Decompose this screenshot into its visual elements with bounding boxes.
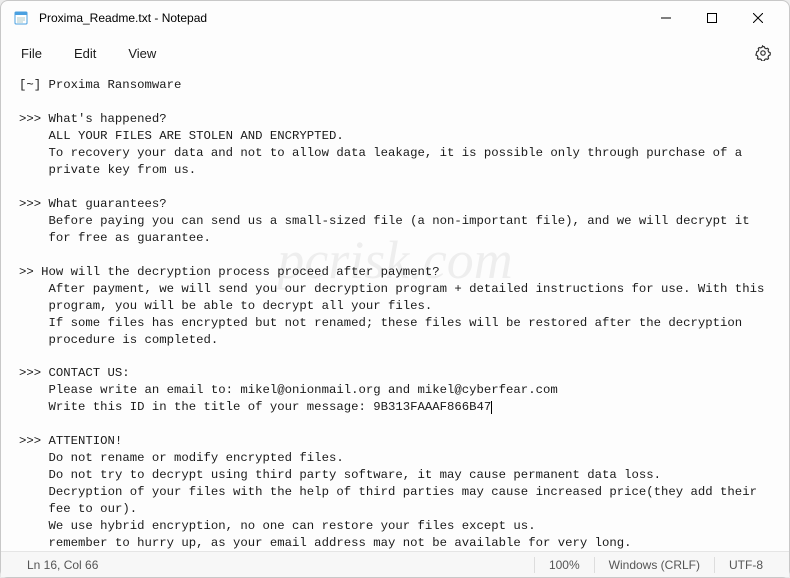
- menu-edit[interactable]: Edit: [62, 42, 108, 65]
- minimize-button[interactable]: [643, 3, 689, 33]
- menubar: File Edit View: [1, 35, 789, 71]
- text-caret: [491, 401, 492, 414]
- status-position: Ln 16, Col 66: [13, 558, 112, 572]
- document-text: [~] Proxima Ransomware >>> What's happen…: [19, 77, 773, 551]
- titlebar: Proxima_Readme.txt - Notepad: [1, 1, 789, 35]
- menu-file[interactable]: File: [9, 42, 54, 65]
- menu-view[interactable]: View: [116, 42, 168, 65]
- text-area[interactable]: [~] Proxima Ransomware >>> What's happen…: [1, 71, 789, 551]
- close-button[interactable]: [735, 3, 781, 33]
- status-encoding: UTF-8: [715, 558, 777, 572]
- maximize-button[interactable]: [689, 3, 735, 33]
- status-zoom[interactable]: 100%: [535, 558, 594, 572]
- notepad-icon: [13, 10, 29, 26]
- window-controls: [643, 3, 781, 33]
- gear-icon: [755, 45, 771, 61]
- status-eol: Windows (CRLF): [595, 558, 714, 572]
- window-title: Proxima_Readme.txt - Notepad: [39, 11, 643, 25]
- notepad-window: Proxima_Readme.txt - Notepad File Edit V…: [0, 0, 790, 578]
- statusbar: Ln 16, Col 66 100% Windows (CRLF) UTF-8: [1, 551, 789, 577]
- settings-button[interactable]: [745, 38, 781, 68]
